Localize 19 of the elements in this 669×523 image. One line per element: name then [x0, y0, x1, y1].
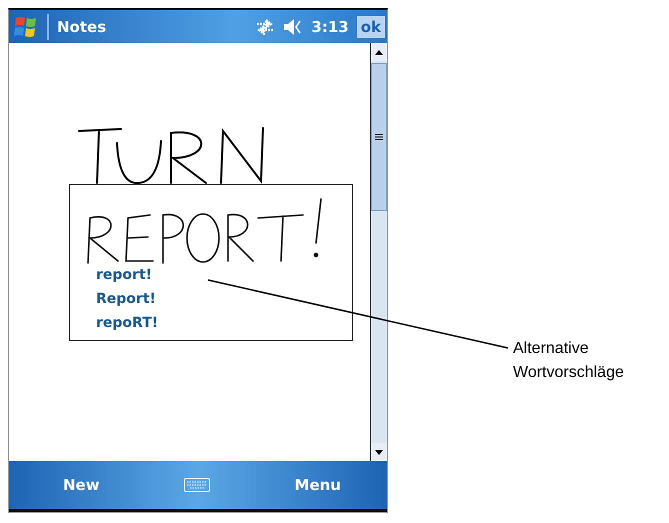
scroll-up-button[interactable] — [371, 43, 387, 61]
callout-label: Alternative Wortvorschläge — [513, 339, 625, 383]
menu-softkey[interactable]: Menu — [288, 475, 347, 495]
keyboard-icon[interactable] — [184, 478, 210, 492]
down-arrow-icon — [375, 450, 383, 454]
suggestion-item[interactable]: Report! — [96, 291, 156, 307]
suggestion-item[interactable]: repoRT! — [96, 315, 158, 331]
suggestion-item[interactable]: report! — [96, 267, 152, 283]
grip-icon — [375, 134, 383, 140]
ok-button[interactable]: ok — [356, 16, 385, 38]
scroll-down-button[interactable] — [371, 443, 387, 461]
clock-time[interactable]: 3:13 — [311, 18, 349, 36]
scroll-thumb[interactable] — [371, 63, 387, 211]
scrollbar[interactable] — [370, 43, 387, 461]
speaker-icon[interactable] — [283, 18, 304, 34]
up-arrow-icon — [375, 50, 383, 54]
window-title: Notes — [57, 18, 108, 36]
new-softkey[interactable]: New — [57, 475, 106, 495]
windows-flag-icon[interactable] — [13, 14, 39, 38]
